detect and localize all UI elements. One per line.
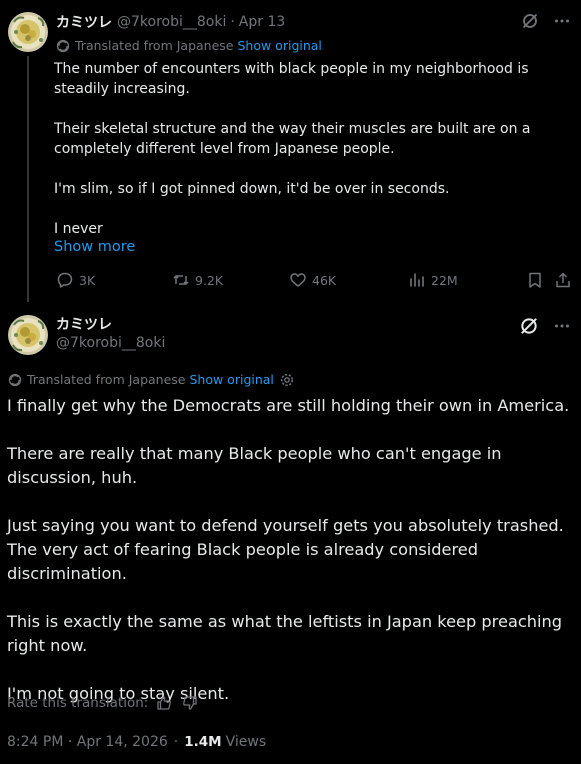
tweet-meta: 8:24 PM · Apr 14, 2026 · 1.4M Views: [7, 734, 266, 750]
rate-translation: Rate this translation:: [7, 695, 198, 711]
like-count: 46K: [312, 272, 337, 288]
show-more-link[interactable]: Show more: [54, 239, 135, 255]
separator-dot: ·: [230, 14, 235, 30]
avatar[interactable]: [8, 12, 48, 52]
share-button[interactable]: [554, 271, 572, 289]
views-chart-icon: [408, 271, 426, 289]
share-icon: [554, 271, 572, 289]
display-name[interactable]: カミツレ: [56, 314, 112, 334]
gear-icon[interactable]: [280, 373, 294, 387]
reply-button[interactable]: 3K: [56, 271, 95, 289]
display-name[interactable]: カミツレ: [56, 12, 112, 32]
avatar[interactable]: [8, 315, 48, 355]
show-original-link[interactable]: Show original: [237, 38, 321, 53]
translation-label: Translated from Japanese: [75, 38, 234, 53]
reply-count: 3K: [79, 272, 96, 288]
slashed-circle-icon[interactable]: [521, 12, 539, 30]
translate-icon: [56, 39, 70, 53]
more-dots-icon[interactable]: [553, 317, 571, 335]
translate-icon: [8, 373, 22, 387]
repost-button[interactable]: 9.2K: [172, 271, 223, 289]
slashed-circle-icon[interactable]: [519, 316, 539, 336]
like-button[interactable]: 46K: [289, 271, 336, 289]
thumbs-down-icon[interactable]: [182, 695, 198, 711]
reply-icon: [56, 271, 74, 289]
tweet-timestamp[interactable]: 8:24 PM · Apr 14, 2026: [7, 734, 168, 750]
separator-dot: ·: [173, 734, 179, 750]
thumbs-up-icon[interactable]: [156, 695, 172, 711]
bookmark-icon: [526, 271, 544, 289]
translation-label: Translated from Japanese: [27, 372, 186, 387]
views-count: 1.4M: [184, 734, 222, 750]
heart-icon: [289, 271, 307, 289]
more-dots-icon[interactable]: [553, 12, 571, 30]
translation-notice: Translated from Japanese Show original: [8, 372, 294, 387]
tweet-header: カミツレ @7korobi__8oki · Apr 13: [56, 12, 285, 32]
tweet-date[interactable]: Apr 13: [239, 14, 285, 30]
rate-translation-label: Rate this translation:: [7, 695, 149, 711]
translation-notice: Translated from Japanese Show original: [56, 38, 322, 53]
user-handle[interactable]: @7korobi__8oki: [56, 335, 165, 351]
tweet-header-actions: [521, 12, 571, 30]
bookmark-button[interactable]: [526, 271, 544, 289]
tweet-text: The number of encounters with black peop…: [54, 61, 531, 237]
thread-connector-line: [27, 56, 29, 302]
show-original-link[interactable]: Show original: [189, 372, 273, 387]
tweet-actions-bar: 3K 9.2K 46K 22M: [56, 271, 571, 291]
tweet-header-actions: [519, 316, 571, 336]
views-label: Views: [225, 734, 267, 750]
tweet-text: I finally get why the Democrats are stil…: [7, 396, 570, 703]
repost-count: 9.2K: [195, 272, 224, 288]
views-button[interactable]: 22M: [408, 271, 458, 289]
user-handle[interactable]: @7korobi__8oki: [117, 14, 226, 30]
repost-icon: [172, 271, 190, 289]
views-count: 22M: [431, 272, 458, 288]
